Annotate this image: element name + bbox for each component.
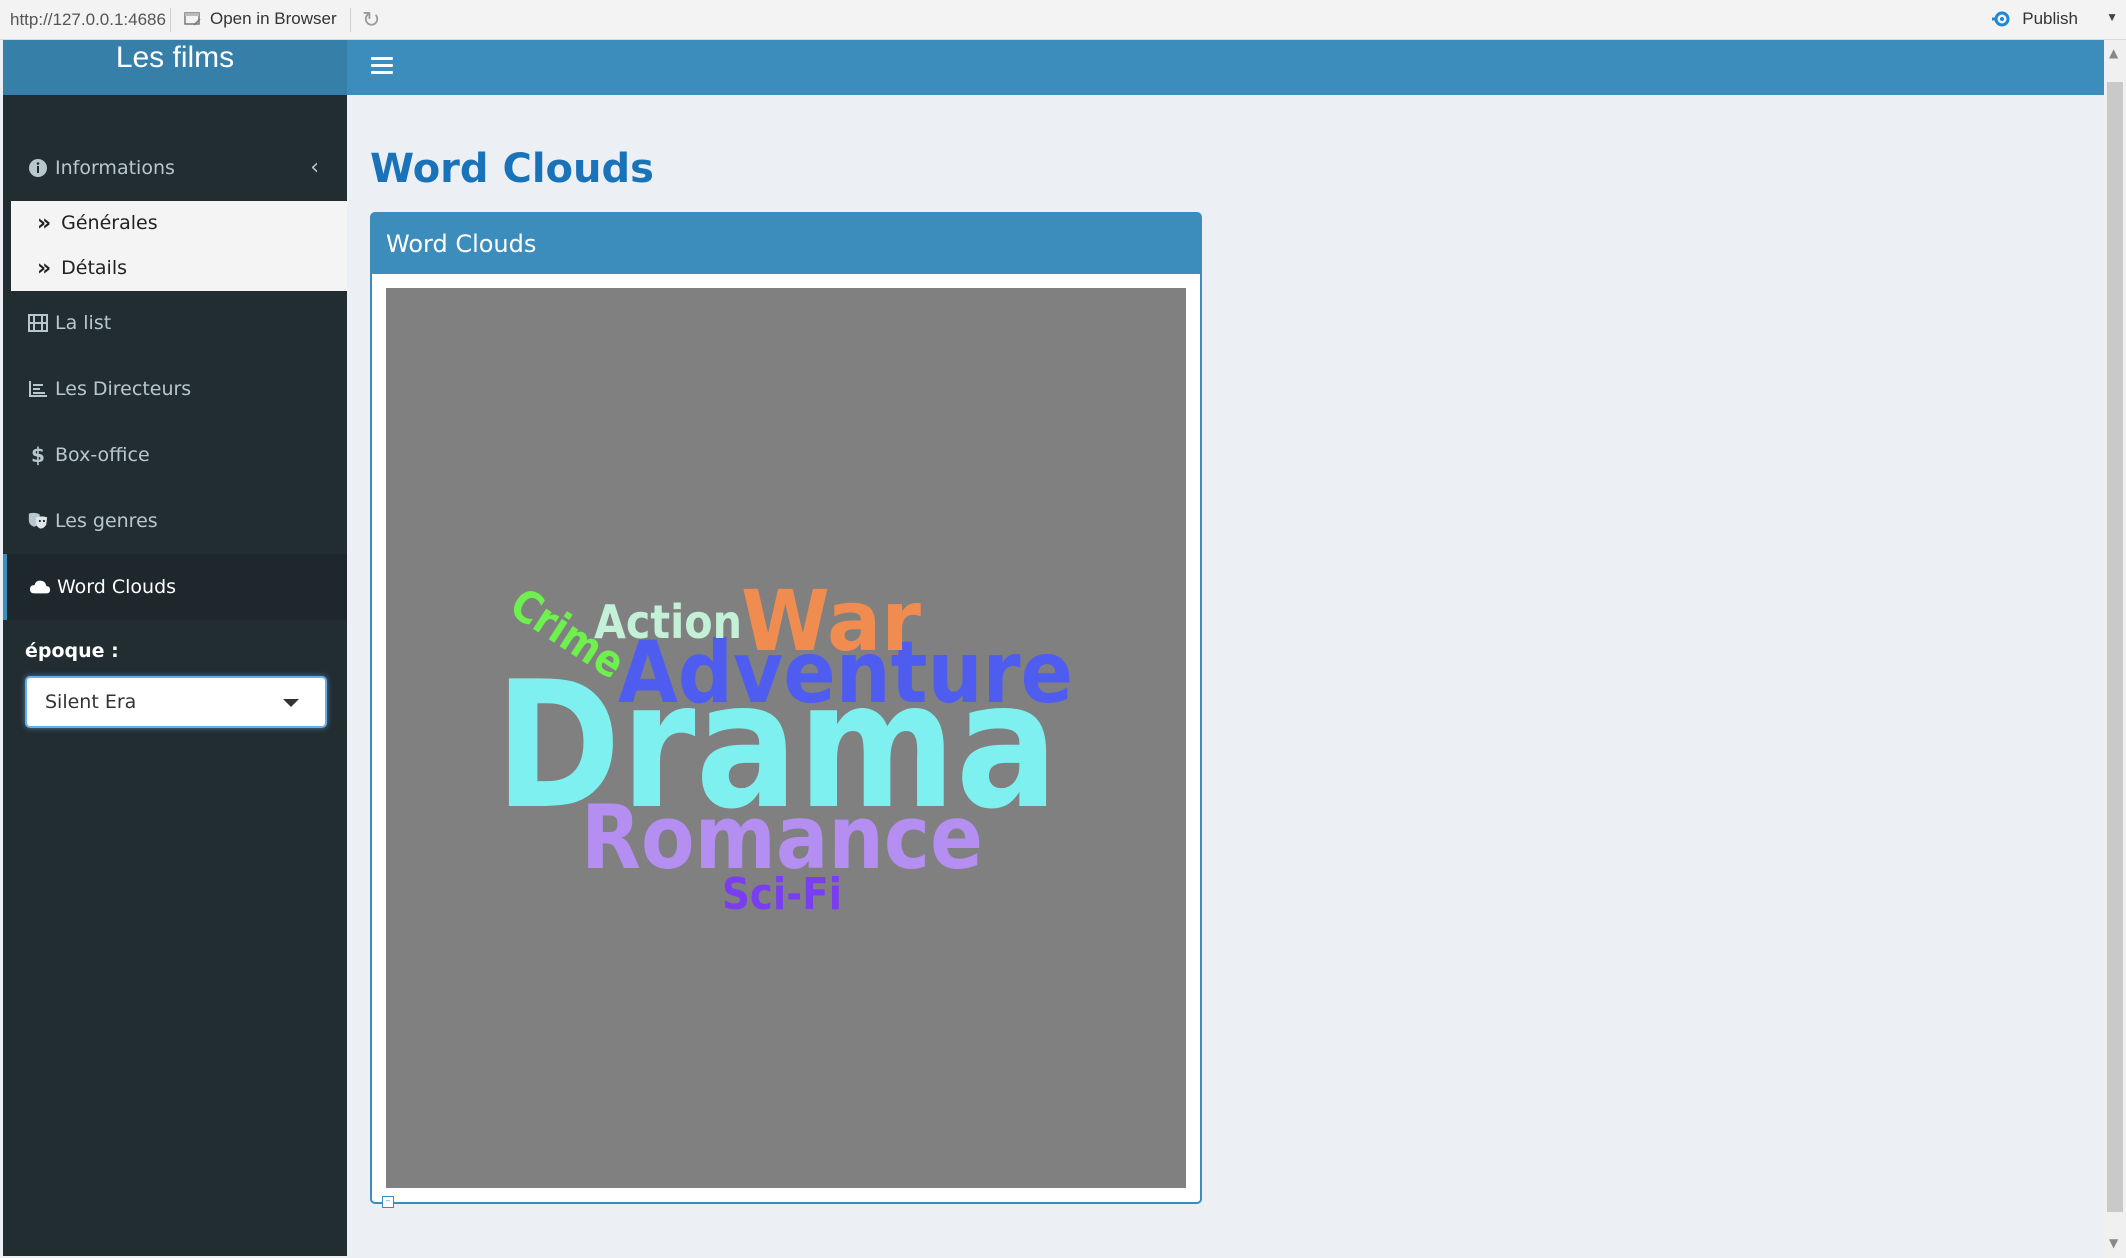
sidebar-item-label: La list xyxy=(55,312,112,334)
hamburger-menu-icon[interactable] xyxy=(371,50,393,80)
sidebar-item-box-office[interactable]: $ Box-office xyxy=(3,422,347,488)
sidebar: Les films Informations ‹ ›› Générales ››… xyxy=(3,40,347,1256)
toolbar-divider xyxy=(170,8,171,32)
epoque-label: époque : xyxy=(25,640,119,662)
word-cloud-image: Drama Adventure Romance War Action Crime… xyxy=(386,288,1186,1188)
open-in-browser-button[interactable]: Open in Browser xyxy=(184,9,337,29)
toolbar-divider xyxy=(350,8,351,32)
sidebar-item-label: Les Directeurs xyxy=(55,378,192,400)
informations-submenu: ›› Générales ›› Détails xyxy=(11,201,347,291)
open-in-browser-label: Open in Browser xyxy=(210,9,337,28)
publish-dropdown-icon[interactable]: ▼ xyxy=(2106,10,2118,24)
scroll-up-icon[interactable]: ▲ xyxy=(2109,46,2118,60)
epoque-selected-value: Silent Era xyxy=(45,691,137,713)
sidebar-item-label: Informations xyxy=(55,157,175,179)
app-logo[interactable]: Les films xyxy=(3,40,347,95)
sidebar-item-label: Word Clouds xyxy=(57,576,177,598)
sidebar-item-informations[interactable]: Informations ‹ xyxy=(3,135,347,201)
vertical-scrollbar[interactable]: ▲ ▼ xyxy=(2104,40,2126,1258)
scroll-down-icon[interactable]: ▼ xyxy=(2109,1236,2118,1250)
sidebar-item-word-clouds[interactable]: Word Clouds xyxy=(3,554,347,620)
sidebar-item-les-genres[interactable]: Les genres xyxy=(3,488,347,554)
box-title: Word Clouds xyxy=(386,230,537,258)
sidebar-item-les-directeurs[interactable]: Les Directeurs xyxy=(3,356,347,422)
word-cloud-box: Word Clouds Drama Adventure Romance War … xyxy=(370,212,1202,1208)
scroll-thumb[interactable] xyxy=(2107,82,2123,1212)
publish-label: Publish xyxy=(2022,9,2078,28)
submenu-item-generales[interactable]: ›› Générales xyxy=(37,207,158,239)
word-war: War xyxy=(741,572,922,670)
page-title: Word Clouds xyxy=(370,146,654,192)
submenu-item-label: Détails xyxy=(61,257,128,279)
submenu-item-label: Générales xyxy=(61,212,158,234)
theater-masks-icon xyxy=(27,511,49,531)
publish-button[interactable]: Publish xyxy=(1990,9,2078,29)
sidebar-item-label: Les genres xyxy=(55,510,158,532)
dollar-icon: $ xyxy=(31,443,45,467)
chart-icon xyxy=(27,380,49,398)
epoque-select[interactable]: Silent Era xyxy=(25,676,327,728)
sidebar-item-label: Box-office xyxy=(55,444,150,466)
film-icon xyxy=(27,314,49,332)
box-header: Word Clouds xyxy=(372,214,1200,274)
browser-toolbar: http://127.0.0.1:4686 Open in Browser ↻ … xyxy=(0,0,2126,40)
cloud-icon xyxy=(29,578,51,596)
double-chevron-right-icon: ›› xyxy=(37,210,51,236)
sidebar-item-la-list[interactable]: La list xyxy=(3,290,347,356)
open-browser-icon xyxy=(184,12,201,26)
publish-icon xyxy=(1992,11,2010,27)
submenu-item-details[interactable]: ›› Détails xyxy=(37,252,127,284)
resize-handle-icon[interactable]: – xyxy=(382,1196,394,1208)
main-header xyxy=(347,40,2104,95)
double-chevron-right-icon: ›› xyxy=(37,255,51,281)
dropdown-caret-icon xyxy=(283,699,299,707)
chevron-left-icon[interactable]: ‹ xyxy=(310,155,319,180)
info-circle-icon xyxy=(27,158,49,178)
url-text[interactable]: http://127.0.0.1:4686 xyxy=(10,10,166,30)
word-sci-fi: Sci-Fi xyxy=(722,869,842,920)
refresh-icon[interactable]: ↻ xyxy=(362,7,380,33)
